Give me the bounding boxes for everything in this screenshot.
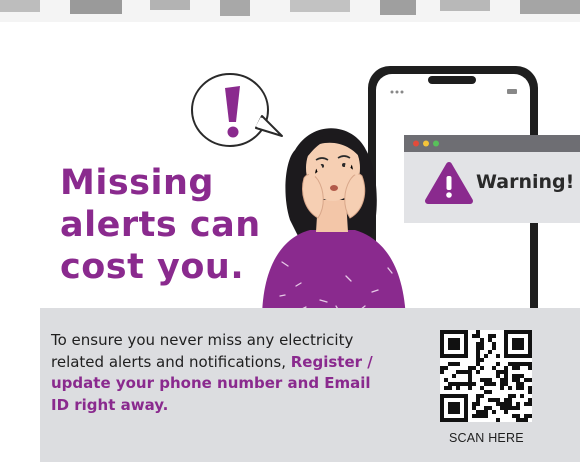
headline-line-2: alerts can <box>60 205 261 245</box>
headline-line-3: cost you. <box>60 247 245 287</box>
warning-label: Warning! <box>476 171 575 193</box>
scan-here-label: SCAN HERE <box>449 431 524 445</box>
qr-code-icon[interactable] <box>440 330 532 422</box>
headline: Missing alerts can cost you. <box>60 162 261 288</box>
poster: Warning! Missing alerts can cost you. To… <box>0 0 580 462</box>
headline-line-1: Missing <box>60 163 214 203</box>
info-text: To ensure you never miss any electricity… <box>51 330 381 416</box>
